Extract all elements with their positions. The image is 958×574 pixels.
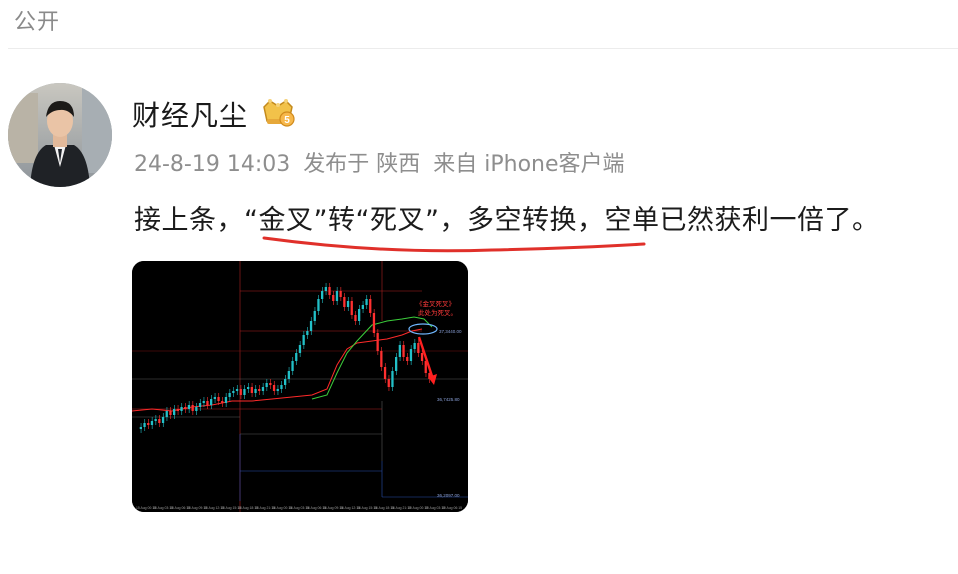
candle	[365, 299, 368, 305]
candle	[139, 427, 142, 429]
candle	[143, 423, 146, 427]
candle	[206, 401, 209, 405]
candle	[147, 423, 150, 425]
candle	[158, 419, 161, 423]
candle	[361, 305, 364, 309]
candle	[313, 311, 316, 321]
price-label-3: 36,2097.00	[437, 493, 460, 498]
candle	[165, 411, 168, 417]
username[interactable]: 财经凡尘	[132, 94, 248, 134]
candle	[202, 401, 205, 403]
candle	[235, 389, 239, 391]
candle	[180, 407, 183, 411]
candle	[210, 399, 213, 405]
avatar-photo	[8, 83, 112, 187]
divider	[8, 48, 958, 49]
candle	[328, 287, 331, 295]
candle	[232, 391, 235, 393]
candle	[291, 361, 294, 371]
underline-highlight	[262, 236, 646, 253]
candle	[173, 409, 176, 415]
candle	[409, 349, 413, 361]
candle	[321, 291, 324, 299]
candle	[239, 389, 242, 395]
candle	[295, 353, 298, 361]
candle	[150, 421, 154, 425]
candlestick-chart: 《金叉死叉》 此处为死叉。 37,3440.00 36,7425.80 36,2…	[132, 261, 468, 512]
candle	[417, 343, 420, 353]
candle	[358, 309, 361, 321]
post-date: 24-8-19 14:03	[134, 152, 291, 177]
candle	[254, 389, 257, 393]
candle	[317, 299, 320, 311]
badge-level: 5	[284, 115, 290, 126]
candle	[287, 371, 290, 379]
post-meta: 24-8-19 14:03 发布于 陕西 来自 iPhone客户端	[134, 146, 625, 178]
candle	[198, 403, 202, 407]
time-axis: 15 Aug 00:1515 Aug 03:1515 Aug 06:1515 A…	[136, 506, 462, 510]
candle	[280, 385, 283, 389]
candle	[213, 397, 216, 399]
candle	[169, 411, 172, 415]
candle	[247, 387, 250, 389]
candle	[176, 409, 179, 411]
candle	[402, 345, 405, 357]
candle	[276, 389, 279, 391]
candle	[324, 287, 327, 291]
candle	[261, 387, 265, 391]
candle	[272, 385, 276, 391]
candle	[269, 383, 272, 385]
candle	[187, 405, 191, 409]
candle	[372, 313, 376, 333]
post-source[interactable]: 来自 iPhone客户端	[433, 152, 624, 177]
candle	[420, 353, 424, 361]
candle	[346, 301, 350, 307]
visibility-label: 公开	[14, 10, 61, 35]
time-label: 19 Aug 06:15	[442, 506, 462, 510]
candle	[224, 397, 228, 403]
candle	[154, 419, 157, 421]
avatar[interactable]	[8, 83, 112, 187]
candle	[243, 389, 246, 395]
chart-annotation-line2: 此处为死叉。	[418, 308, 457, 317]
candle	[306, 331, 309, 335]
candle	[250, 387, 253, 393]
price-label-1: 37,3440.00	[439, 329, 462, 334]
candle	[339, 291, 342, 297]
candle	[350, 301, 353, 315]
candle	[398, 345, 401, 357]
post-location: 发布于 陕西	[303, 152, 421, 177]
post-image-chart[interactable]: 《金叉死叉》 此处为死叉。 37,3440.00 36,7425.80 36,2…	[132, 261, 468, 512]
candle	[380, 351, 383, 367]
candle	[191, 405, 194, 411]
candle	[395, 357, 398, 371]
candle	[413, 343, 416, 349]
candle	[298, 345, 302, 353]
candle	[387, 379, 390, 387]
candle	[335, 291, 339, 301]
candle	[332, 295, 335, 301]
candle	[309, 321, 313, 331]
candle	[376, 333, 379, 351]
candle	[391, 371, 394, 387]
chart-annotation-line1: 《金叉死叉》	[416, 299, 455, 308]
candle	[343, 297, 346, 307]
candle	[265, 383, 268, 387]
price-label-2: 36,7425.80	[437, 397, 460, 402]
vip-crown-icon[interactable]: 5	[260, 97, 296, 129]
candle	[228, 393, 231, 397]
candle	[284, 379, 287, 385]
candle	[369, 299, 372, 313]
candle	[354, 315, 357, 321]
candle	[221, 401, 224, 403]
candle	[195, 407, 198, 411]
candle	[184, 407, 187, 409]
candle	[258, 389, 261, 391]
candle	[217, 397, 220, 401]
candle	[406, 357, 409, 361]
candle	[383, 367, 387, 379]
candle	[302, 335, 305, 345]
candle	[161, 417, 165, 423]
